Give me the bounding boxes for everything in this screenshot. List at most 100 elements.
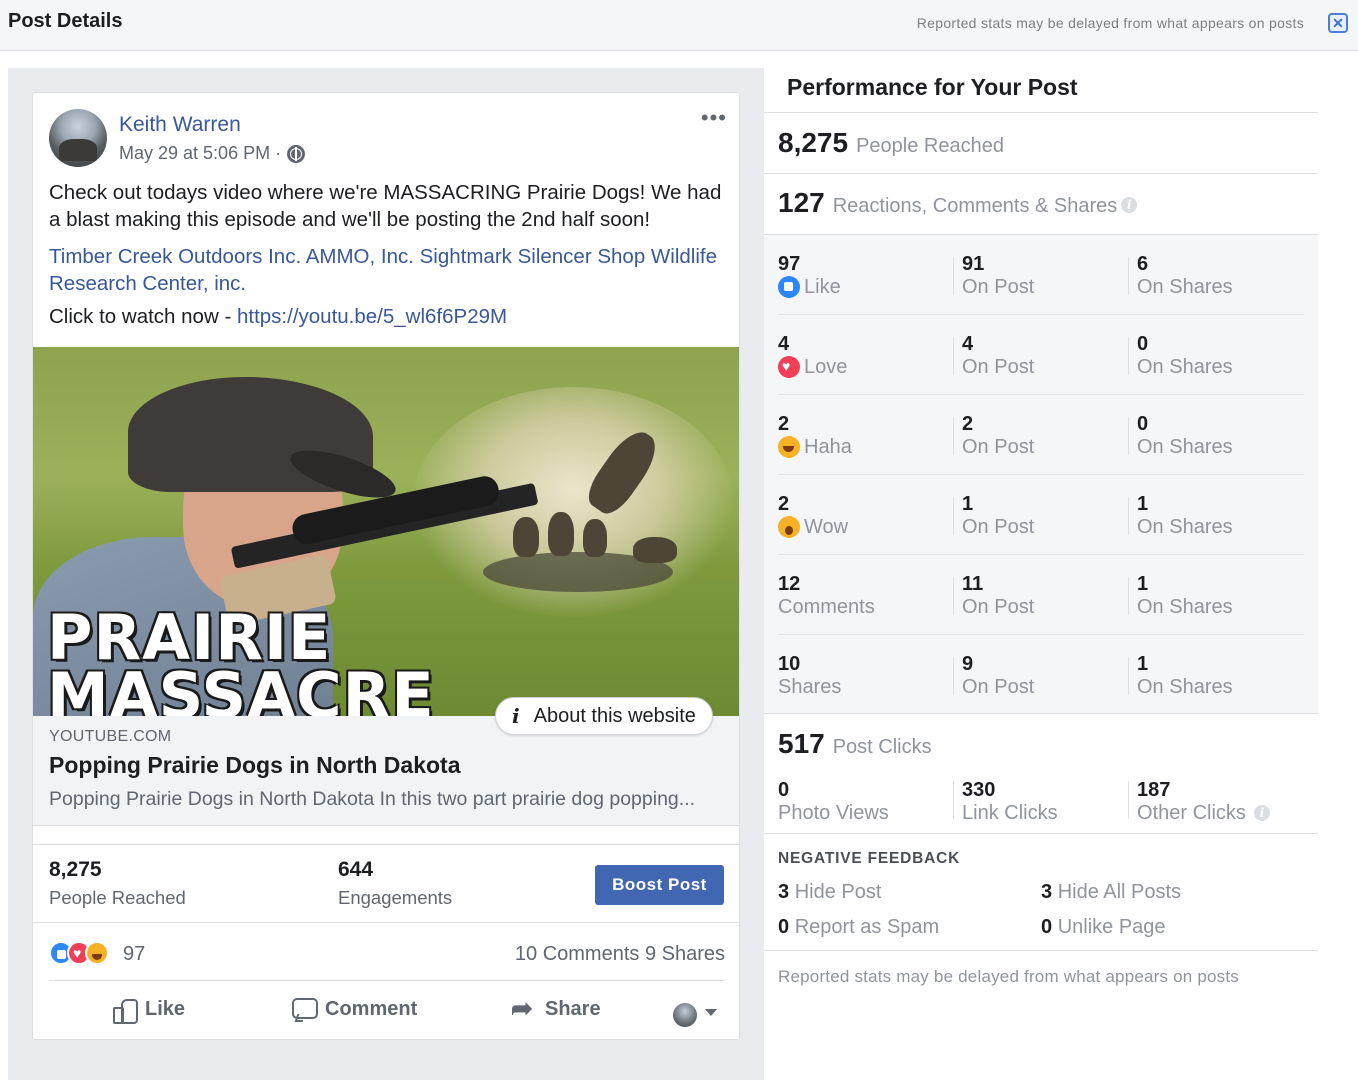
- info-icon[interactable]: i: [1121, 197, 1138, 213]
- negative-feedback-title: NEGATIVE FEEDBACK: [778, 850, 961, 867]
- divider: [1128, 497, 1129, 535]
- hide-post-label: Hide Post: [794, 881, 882, 903]
- divider: [764, 173, 1318, 174]
- photo-views: 0 Photo Views: [778, 779, 889, 825]
- on-shares-value: 6: [1137, 253, 1149, 275]
- performance-title: Performance for Your Post: [787, 74, 1078, 100]
- about-website-label: About this website: [533, 704, 696, 727]
- prairie-dog: [583, 519, 607, 557]
- page-title: Post Details: [8, 10, 123, 32]
- on-post-value: 4: [962, 333, 974, 355]
- link-domain: YOUTUBE.COM: [49, 728, 172, 745]
- comments-shares-count[interactable]: 10 Comments 9 Shares: [515, 943, 725, 966]
- unlike-page-stat: 0 Unlike Page: [1041, 916, 1166, 939]
- info-icon[interactable]: i: [1253, 805, 1270, 821]
- people-reached-row: 8,275 People Reached: [778, 127, 1004, 159]
- link-title: Popping Prairie Dogs in North Dakota: [49, 752, 461, 778]
- total-value: 97: [778, 253, 801, 275]
- performance-panel: Performance for Your Post 8,275 People R…: [764, 51, 1318, 1080]
- total-label: Wow: [778, 515, 848, 539]
- post-actions: Like Comment Share: [49, 985, 725, 1039]
- on-shares-value: 1: [1137, 573, 1149, 595]
- author-name[interactable]: Keith Warren: [119, 113, 241, 137]
- comment-button[interactable]: Comment: [291, 997, 417, 1021]
- breakdown-total: 2 Haha: [778, 413, 852, 459]
- breakdown-on-shares: 6 On Shares: [1137, 253, 1233, 299]
- breakdown-on-shares: 0 On Shares: [1137, 333, 1233, 379]
- reaction-count[interactable]: 97: [123, 943, 145, 966]
- other-clicks: 187 Other Clicks i: [1137, 779, 1270, 825]
- breakdown-on-shares: 1 On Shares: [1137, 493, 1233, 539]
- reaction-breakdown: 97 Like 91 On Post 6 On Shares 4 Love 4: [764, 234, 1318, 714]
- people-reached-value: 8,275: [778, 127, 849, 158]
- close-icon[interactable]: ✕: [1328, 13, 1348, 33]
- on-post-label: On Post: [962, 356, 1035, 378]
- more-options-icon[interactable]: •••: [701, 105, 727, 131]
- breakdown-total: 2 Wow: [778, 493, 848, 539]
- engagements-label: Engagements: [338, 887, 453, 908]
- on-shares-label: On Shares: [1137, 596, 1233, 618]
- breakdown-on-post: 4 On Post: [962, 333, 1034, 379]
- chevron-down-icon[interactable]: [705, 1009, 717, 1016]
- other-clicks-label: Other Clicks i: [1137, 801, 1270, 825]
- on-shares-value: 0: [1137, 333, 1149, 355]
- on-shares-value: 1: [1137, 493, 1149, 515]
- hide-all-value: 3: [1041, 881, 1053, 903]
- divider: [1128, 417, 1129, 455]
- page-avatar[interactable]: [673, 1003, 697, 1027]
- reaction-icons[interactable]: [49, 941, 109, 965]
- thumbs-up-icon: [111, 997, 138, 1024]
- link-clicks-value: 330: [962, 779, 996, 801]
- photo-views-label: Photo Views: [778, 802, 889, 824]
- boost-post-button[interactable]: Boost Post: [595, 865, 724, 905]
- report-spam-stat: 0 Report as Spam: [778, 916, 939, 939]
- on-post-value: 2: [962, 413, 974, 435]
- breakdown-on-post: 1 On Post: [962, 493, 1034, 539]
- link-clicks-label: Link Clicks: [962, 802, 1058, 824]
- engagement-label: Reactions, Comments & Shares i: [833, 195, 1138, 218]
- video-thumbnail[interactable]: PRAIRIE MASSACRE: [33, 347, 739, 717]
- on-post-value: 1: [962, 493, 974, 515]
- divider: [1128, 337, 1129, 375]
- reaction-name: Wow: [804, 516, 849, 538]
- on-post-value: 11: [962, 573, 984, 595]
- comment-label: Comment: [325, 997, 418, 1020]
- breakdown-on-shares: 1 On Shares: [1137, 653, 1233, 699]
- share-button[interactable]: Share: [511, 993, 601, 1023]
- thumbnail-title: PRAIRIE MASSACRE: [47, 607, 435, 717]
- on-shares-value: 0: [1137, 413, 1149, 435]
- unlike-label: Unlike Page: [1057, 916, 1166, 938]
- divider: [764, 950, 1318, 951]
- post-clicks-label: Post Clicks: [832, 736, 932, 758]
- video-link[interactable]: https://youtu.be/5_wl6f6P29M: [237, 305, 507, 328]
- post-timestamp[interactable]: May 29 at 5:06 PM ·: [119, 143, 281, 164]
- other-clicks-label-text: Other Clicks: [1137, 802, 1246, 824]
- on-shares-label: On Shares: [1137, 436, 1233, 458]
- share-icon: [511, 993, 537, 1023]
- on-post-label: On Post: [962, 276, 1035, 298]
- hide-all-posts-stat: 3 Hide All Posts: [1041, 881, 1181, 904]
- delay-note: Reported stats may be delayed from what …: [916, 15, 1304, 31]
- watch-prefix: Click to watch now -: [49, 305, 237, 328]
- unlike-value: 0: [1041, 916, 1053, 938]
- author-avatar[interactable]: [49, 109, 107, 167]
- breakdown-on-shares: 0 On Shares: [1137, 413, 1233, 459]
- divider: [1128, 657, 1129, 695]
- about-website-button[interactable]: i About this website: [495, 697, 713, 735]
- on-shares-label: On Shares: [1137, 516, 1233, 538]
- engagement-row: 127 Reactions, Comments & Shares i: [778, 187, 1138, 219]
- wow-reaction-icon: [778, 516, 800, 538]
- post-tags[interactable]: Timber Creek Outdoors Inc. AMMO, Inc. Si…: [49, 243, 729, 297]
- divider: [764, 112, 1318, 113]
- reached-label: People Reached: [49, 887, 186, 908]
- post-card: Keith Warren May 29 at 5:06 PM · ••• Che…: [32, 92, 740, 1040]
- prairie-dog: [513, 517, 539, 557]
- like-reaction-icon: [778, 276, 800, 298]
- post-preview-panel: Keith Warren May 29 at 5:06 PM · ••• Che…: [8, 68, 764, 1080]
- footer-delay-note: Reported stats may be delayed from what …: [778, 967, 1240, 986]
- info-icon: i: [512, 704, 520, 728]
- engagements-value: 644: [338, 858, 374, 881]
- like-button[interactable]: Like: [111, 997, 185, 1024]
- post-clicks-value: 517: [778, 728, 825, 759]
- divider: [1128, 577, 1129, 615]
